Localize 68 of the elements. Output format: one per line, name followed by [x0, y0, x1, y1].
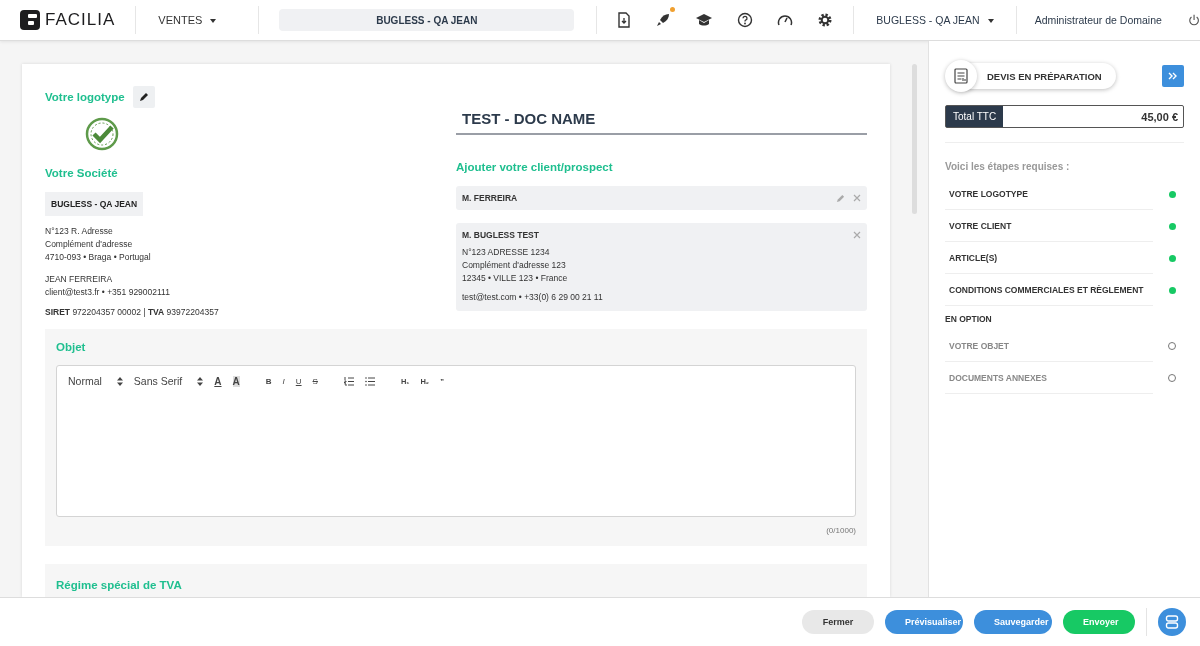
contact-line: client@test3.fr • +351 929002111 — [45, 286, 171, 299]
scrollbar[interactable] — [912, 64, 917, 214]
step-link[interactable]: VOTRE LOGOTYPE — [945, 178, 1153, 210]
module-dropdown[interactable]: VENTES — [136, 6, 260, 34]
contact-line: test@test.com • +33(0) 6 29 00 21 11 — [462, 291, 604, 304]
step-link[interactable]: VOTRE OBJET — [945, 330, 1153, 362]
caret-icon — [210, 19, 217, 24]
total-label: Total TTC — [946, 106, 1004, 127]
format-button[interactable]: B — [265, 376, 272, 386]
app-logo: FACILIA — [45, 10, 116, 30]
account-dropdown[interactable]: BUGLESS - QA JEAN — [854, 6, 1017, 34]
gauge-icon[interactable] — [777, 13, 794, 27]
company-name: BUGLESS - QA JEAN — [45, 192, 144, 216]
section-title: Votre logotype — [45, 91, 125, 103]
font-select[interactable]: Sans Serif — [133, 375, 204, 387]
step-link[interactable]: CONDITIONS COMMERCIALES ET RÈGLEMENT — [945, 274, 1153, 306]
pencil-icon — [138, 92, 149, 102]
section-title: Votre Société — [45, 167, 119, 179]
text-color-button[interactable]: A — [214, 375, 222, 387]
company-field[interactable]: BUGLESS - QA JEAN — [279, 9, 575, 31]
logo-icon — [20, 10, 40, 30]
format-button[interactable]: I — [282, 376, 285, 386]
settings-icon[interactable] — [817, 12, 834, 28]
character-counter: (0/1000) — [826, 526, 856, 535]
address-line: Complément d'adresse — [45, 238, 134, 251]
edit-logo-button[interactable] — [132, 86, 155, 108]
options-heading: EN OPTION — [945, 314, 993, 324]
document-icon — [954, 68, 968, 84]
document-title-field[interactable]: TEST - DOC NAME — [456, 110, 867, 135]
contact-line: JEAN FERREIRA — [45, 273, 114, 286]
caret-icon — [987, 19, 994, 24]
section-title: Objet — [56, 341, 87, 353]
up-down-icon — [116, 376, 123, 386]
help-icon[interactable] — [737, 12, 754, 28]
bullet-list-icon[interactable] — [364, 376, 375, 386]
user-role[interactable]: Administrateur de Domaine — [1016, 14, 1180, 26]
numbered-list-icon[interactable] — [343, 376, 354, 386]
status-label: DEVIS EN PRÉPARATION — [987, 70, 1102, 82]
collapse-button[interactable] — [1162, 65, 1184, 87]
double-chevron-icon — [1168, 72, 1178, 80]
address-line: 4710-093 • Braga • Portugal — [45, 251, 152, 264]
rocket-icon[interactable] — [655, 12, 672, 28]
format-button[interactable]: U — [295, 376, 302, 386]
up-down-icon — [197, 376, 204, 386]
power-icon[interactable] — [1187, 13, 1200, 27]
total-amount: 45,00 € — [1140, 109, 1179, 125]
company-identifiers: SIRET 972204357 00002 | TVA 93972204357 — [45, 307, 220, 317]
format-button[interactable]: S — [312, 376, 318, 386]
layers-button[interactable] — [1158, 608, 1186, 636]
contact-name: M. FERREIRA — [462, 193, 518, 203]
footer-button[interactable]: Fermer — [802, 610, 874, 634]
check-seal-icon — [85, 117, 119, 151]
address-line: N°123 R. Adresse — [45, 225, 114, 238]
document-download-icon[interactable] — [617, 12, 632, 28]
address-line: N°123 ADRESSE 1234 — [462, 246, 551, 259]
step-link[interactable]: DOCUMENTS ANNEXES — [945, 362, 1153, 394]
highlight-button[interactable]: A — [232, 375, 240, 387]
address-line: Complément d'adresse 123 — [462, 259, 567, 272]
format-select[interactable]: Normal — [68, 375, 123, 387]
steps-heading: Voici les étapes requises : — [945, 161, 1071, 172]
section-title: Ajouter votre client/prospect — [456, 161, 614, 173]
address-line: 12345 • VILLE 123 • France — [462, 272, 569, 285]
client-name: M. BUGLESS TEST — [462, 230, 539, 240]
step-link[interactable]: VOTRE CLIENT — [945, 210, 1153, 242]
stack-icon — [1165, 615, 1179, 629]
section-title: Régime spécial de TVA — [56, 579, 182, 591]
graduation-cap-icon[interactable] — [695, 13, 714, 27]
step-link[interactable]: ARTICLE(S) — [945, 242, 1153, 274]
